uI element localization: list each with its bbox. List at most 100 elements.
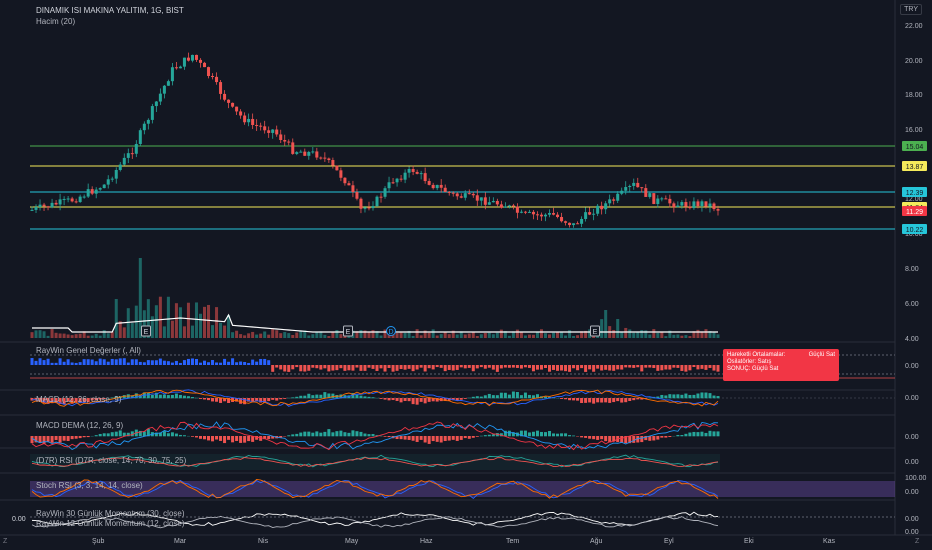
raywin-bar [275,365,279,368]
macd-histogram-bar [371,397,375,399]
candle-body [664,198,668,200]
macd-dema-histogram-bar [688,432,692,437]
raywin-bar [46,358,50,365]
macd-dema-histogram-bar [355,431,359,437]
chart-canvas[interactable]: 22.0020.0018.0016.0014.0012.0010.008.006… [0,0,932,550]
macd-histogram-bar [515,392,519,399]
macd-dema-histogram-bar [451,436,455,440]
candle-body [323,157,327,159]
raywin-bar [166,361,170,365]
volume-bar [680,335,684,338]
candle-body [335,165,339,171]
macd-dema-histogram-bar [680,435,684,437]
raywin-bar [712,365,716,371]
macd-dema-histogram-bar [527,432,531,437]
macd-histogram-bar [311,395,315,399]
volume-bar [519,332,523,338]
candle-body [190,54,194,61]
volume-bar [235,330,239,338]
indicator-label-rsi[interactable]: (D7R) RSI (D7R, close, 14, 70, 30, 75, 2… [36,456,186,465]
timezone-left[interactable]: Z [3,538,7,545]
raywin-bar [447,365,451,370]
raywin-bar [495,365,499,372]
volume-bar [170,320,174,338]
volume-bar [576,335,580,338]
candle-body [439,184,443,188]
macd-histogram-bar [471,396,475,399]
macd-dema-histogram-bar [363,433,367,437]
candle-body [227,99,231,103]
candle-body [455,193,459,197]
macd-histogram-bar [423,398,427,404]
candle-body [632,182,636,186]
candle-body [243,115,247,123]
macd-histogram-bar [271,398,275,400]
macd-histogram-bar [166,395,170,399]
candle-body [82,196,86,198]
raywin-bar [134,359,138,365]
event-marker-label: E [144,329,149,336]
macd-histogram-bar [680,394,684,399]
candle-body [211,75,215,77]
candle-body [656,198,660,204]
volume-bar [42,331,46,338]
signal-popup[interactable]: Hareketli Ortalamalar: Güçlü Sat Osilatör… [723,349,839,381]
macd-dema-histogram-bar [439,436,443,443]
currency-badge[interactable]: TRY [900,4,922,15]
candle-body [652,193,656,204]
candle-body [70,198,74,202]
macd-dema-histogram-bar [335,431,339,437]
candle-body [118,164,122,170]
volume-bar [403,332,407,338]
candle-body [291,142,295,154]
macd-dema-histogram-bar [215,436,219,440]
indicator-label-macd-dema[interactable]: MACD DEMA (12, 26, 9) [36,421,123,430]
macd-dema-histogram-bar [664,436,668,438]
volume-bar [604,310,608,338]
time-axis-label: Ağu [590,538,603,545]
raywin-bar [311,365,315,368]
volume-bar [283,332,287,338]
macd-histogram-bar [624,398,628,403]
raywin-bar [475,365,479,369]
indicator-label-momentum-12[interactable]: RayWin 12 Günlük Momentum (12, close) [36,519,185,528]
volume-bar [648,334,652,338]
candle-body [315,151,319,158]
macd-histogram-bar [211,398,215,402]
volume-bar [275,330,279,338]
candle-body [178,66,182,69]
candle-body [375,196,379,207]
volume-bar [552,332,556,338]
volume-bar [162,326,166,338]
volume-bar [427,332,431,338]
raywin-bar [323,365,327,369]
raywin-bar [30,358,34,365]
volume-bar [443,332,447,338]
candle-body [483,197,487,205]
indicator-label-macd[interactable]: MACD (12, 26, close, 9) [36,395,121,404]
raywin-bar [459,365,463,368]
macd-histogram-bar [648,397,652,399]
macd-dema-histogram-bar [407,436,411,440]
macd-dema-histogram-bar [371,433,375,437]
indicator-label-momentum-30[interactable]: RayWin 30 Günlük Momentum (30, close) [36,509,185,518]
raywin-bar [142,362,146,365]
indicator-label-raywin-genel[interactable]: RayWin Genel Değerler (, All) [36,346,141,355]
volume-bar [399,332,403,338]
timezone-right[interactable]: Z [915,538,919,545]
volume-bar [215,307,219,338]
volume-bar [455,334,459,338]
candle-body [479,197,483,201]
macd-dema-histogram-bar [351,430,355,437]
macd-histogram-bar [519,395,523,399]
candle-body [600,205,604,210]
candle-body [668,198,672,204]
volume-indicator-label[interactable]: Hacim (20) [36,17,75,26]
candle-body [543,214,547,217]
candle-body [295,152,299,154]
raywin-bar [415,365,419,370]
macd-dema-histogram-bar [86,436,90,438]
macd-dema-histogram-bar [716,431,720,437]
volume-bar [704,329,708,338]
indicator-label-stoch-rsi[interactable]: Stoch RSI (3, 3, 14, 14, close) [36,481,143,490]
